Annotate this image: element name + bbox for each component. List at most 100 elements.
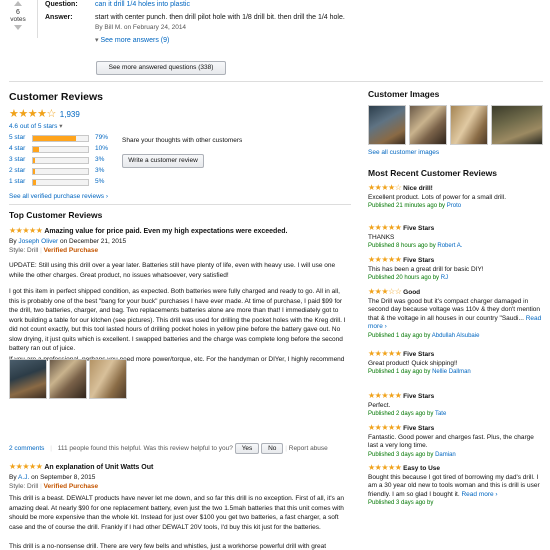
- review-1-para-2: I got this item in perfect shipped condi…: [9, 288, 346, 352]
- review-count-link[interactable]: 1,939: [60, 110, 80, 119]
- divider: [9, 81, 543, 82]
- recent-review-title[interactable]: Good: [403, 289, 420, 296]
- histogram-bar[interactable]: [32, 135, 89, 142]
- review-1-title[interactable]: Amazing value for price paid. Even my hi…: [44, 228, 287, 235]
- review-2-author[interactable]: A.J.: [18, 474, 29, 481]
- recent-review-meta: Published 3 days ago by: [368, 500, 434, 506]
- recent-review-body: Great product! Quick shipping!!: [368, 359, 458, 367]
- review-1-style: Style: Drill: [9, 247, 39, 254]
- vote-count: 6: [16, 9, 20, 16]
- review-image-3[interactable]: [89, 359, 127, 399]
- average-stars-icon: ★★★★☆: [9, 108, 56, 120]
- average-rating-link[interactable]: 4.6 out of 5 stars: [9, 123, 57, 130]
- histogram-row[interactable]: 2 star 3%: [9, 167, 109, 176]
- customer-image-4[interactable]: [491, 105, 543, 145]
- review-1-comments-link[interactable]: 2 comments: [9, 445, 44, 452]
- see-more-answers[interactable]: ▾ See more answers (9): [95, 36, 169, 44]
- review-2-style: Style: Drill: [9, 483, 39, 490]
- histogram-bar[interactable]: [32, 168, 89, 175]
- recent-review-author[interactable]: Proto: [447, 203, 461, 209]
- recent-review-title[interactable]: Easy to Use: [403, 465, 440, 472]
- recent-review-body: Fantastic. Good power and charges fast. …: [368, 433, 534, 450]
- review-2-title[interactable]: An explanation of Unit Watts Out: [44, 464, 153, 471]
- customer-image-3[interactable]: [450, 105, 488, 145]
- answer-meta: By Bill M. on February 24, 2014: [95, 24, 187, 31]
- recent-review-item: ★★★★★ Five Stars THANKS Published 8 hours …: [368, 224, 543, 251]
- top-reviews-heading: Top Customer Reviews: [9, 210, 103, 220]
- histogram-bar[interactable]: [32, 146, 89, 153]
- recent-review-meta: Published 8 hours ago by Robert A.: [368, 243, 463, 249]
- recent-review-title[interactable]: Five Stars: [403, 257, 434, 264]
- see-verified-link[interactable]: See all verified purchase reviews ›: [9, 193, 108, 200]
- qa-section: 6 votes Question: can it drill 1/4 holes…: [0, 0, 550, 80]
- vote-down-icon[interactable]: [14, 25, 22, 30]
- report-abuse-link[interactable]: Report abuse: [289, 445, 328, 452]
- answer-text: start with center punch. then drill pilo…: [95, 14, 345, 21]
- review-1-by: By: [9, 238, 17, 245]
- review-2-byline: By A.J. on September 8, 2015: [9, 474, 95, 481]
- recent-review-item: ★★★★★ Five Stars Great product! Quick shi…: [368, 350, 543, 377]
- recent-review-title[interactable]: Five Stars: [403, 225, 434, 232]
- histogram-row[interactable]: 3 star 3%: [9, 156, 109, 165]
- share-prompt: Share your thoughts with other customers: [122, 137, 243, 144]
- write-review-button[interactable]: Write a customer review: [122, 154, 204, 168]
- recent-review-author[interactable]: Nellie Dallman: [432, 369, 471, 375]
- recent-review-author[interactable]: Robert A.: [437, 243, 462, 249]
- customer-image-1[interactable]: [368, 105, 406, 145]
- histogram-percent[interactable]: 79%: [95, 134, 108, 141]
- review-2-by: By: [9, 474, 17, 481]
- recent-review-meta: Published 1 day ago by Nellie Dallman: [368, 369, 471, 375]
- caret-down-icon: ▾: [95, 37, 99, 44]
- histogram-star-label[interactable]: 5 star: [9, 134, 25, 141]
- vote-label: votes: [10, 16, 26, 23]
- recent-review-author[interactable]: Damian: [435, 452, 456, 458]
- histogram-row[interactable]: 5 star 79%: [9, 134, 109, 143]
- see-more-answers-link[interactable]: See more answers (9): [100, 37, 169, 44]
- review-image-2[interactable]: [49, 359, 87, 399]
- review-2-para-1: This drill is a beast. DEWALT products h…: [9, 495, 344, 531]
- recent-review-author[interactable]: Abdullah Alsubaie: [432, 333, 480, 339]
- recent-review-item: ★★★★★ Five Stars Fantastic. Good power an…: [368, 424, 543, 459]
- histogram-percent[interactable]: 5%: [95, 178, 104, 185]
- review-2-title-row: ★★★★★ An explanation of Unit Watts Out: [9, 463, 351, 472]
- average-rating[interactable]: 4.6 out of 5 stars ▾: [9, 122, 63, 130]
- histogram-row[interactable]: 4 star 10%: [9, 145, 109, 154]
- histogram-star-label[interactable]: 4 star: [9, 145, 25, 152]
- histogram-star-label[interactable]: 1 star: [9, 178, 25, 185]
- see-all-images-link[interactable]: See all customer images: [368, 149, 439, 156]
- recent-review-title[interactable]: Five Stars: [403, 393, 434, 400]
- recent-review-author[interactable]: RJ: [441, 275, 448, 281]
- vote-box: 6 votes: [4, 0, 32, 30]
- histogram-bar[interactable]: [32, 179, 89, 186]
- histogram-percent[interactable]: 3%: [95, 167, 104, 174]
- helpful-yes-button[interactable]: Yes: [234, 443, 260, 454]
- histogram-bar-fill: [33, 180, 36, 185]
- recent-review-title[interactable]: Five Stars: [403, 351, 434, 358]
- histogram-row[interactable]: 1 star 5%: [9, 178, 109, 187]
- recent-review-body: This has been a great drill for basic DI…: [368, 265, 484, 273]
- see-more-questions-button[interactable]: See more answered questions (338): [96, 61, 226, 75]
- recent-review-title[interactable]: Nice drill!: [403, 185, 433, 192]
- review-image-1[interactable]: [9, 359, 47, 399]
- review-1-verified: Verified Purchase: [43, 247, 99, 254]
- recent-review-item: ★★★★★ Easy to Use Bought this because I g…: [368, 464, 543, 508]
- recent-review-author[interactable]: Tate: [435, 411, 446, 417]
- vote-up-icon[interactable]: [14, 1, 22, 6]
- customer-image-2[interactable]: [409, 105, 447, 145]
- helpful-no-button[interactable]: No: [261, 443, 284, 454]
- recent-review-title[interactable]: Five Stars: [403, 425, 434, 432]
- histogram-bar-fill: [33, 136, 77, 141]
- histogram-star-label[interactable]: 3 star: [9, 156, 25, 163]
- histogram-percent[interactable]: 3%: [95, 156, 104, 163]
- histogram-percent[interactable]: 10%: [95, 145, 108, 152]
- review-1-stars-icon: ★★★★★: [9, 226, 43, 235]
- recent-review-meta: Published 2 days ago by Tate: [368, 411, 447, 417]
- histogram-bar[interactable]: [32, 157, 89, 164]
- histogram-bar-fill: [33, 158, 35, 163]
- review-1-author[interactable]: Joseph Oliver: [18, 238, 58, 245]
- question-link[interactable]: can it drill 1/4 holes into plastic: [95, 1, 515, 8]
- review-1-byline: By Joseph Oliver on December 21, 2015: [9, 238, 126, 245]
- histogram-star-label[interactable]: 2 star: [9, 167, 25, 174]
- recent-review-item: ★★★★★ Five Stars Perfect. Published 2 days…: [368, 392, 543, 419]
- read-more-link[interactable]: Read more ›: [461, 491, 497, 498]
